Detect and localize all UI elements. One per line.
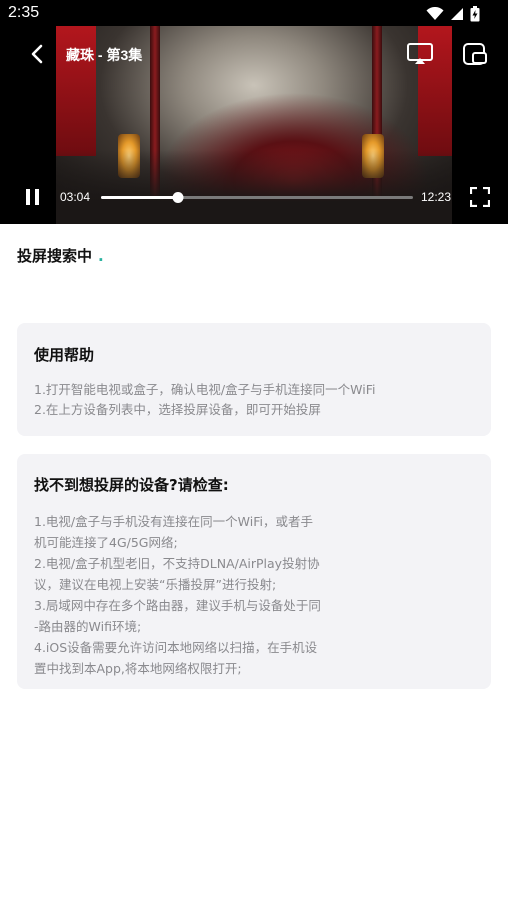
player-controls: 03:04 12:23 xyxy=(0,182,508,214)
help-line: 1.打开智能电视或盒子，确认电视/盒子与手机连接同一个WiFi xyxy=(34,382,376,397)
help-card: 使用帮助 1.打开智能电视或盒子，确认电视/盒子与手机连接同一个WiFi 2.在… xyxy=(17,323,491,436)
video-player[interactable]: 2:35 藏珠 - 第3集 03:04 12:23 xyxy=(0,0,508,224)
cast-icon[interactable] xyxy=(406,42,434,66)
help-card-title: 使用帮助 xyxy=(34,346,95,364)
cast-search-label: 投屏搜索中 xyxy=(17,247,93,265)
wifi-icon xyxy=(426,7,444,20)
status-bar: 2:35 xyxy=(0,0,508,26)
troubleshoot-line: 议，建议在电视上安装“乐播投屏”进行投射; xyxy=(34,577,277,592)
total-time: 12:23 xyxy=(421,190,452,204)
video-title: 藏珠 - 第3集 xyxy=(66,47,143,63)
player-top-bar: 藏珠 - 第3集 xyxy=(0,36,508,76)
progress-slider[interactable] xyxy=(101,192,413,203)
progress-fill xyxy=(101,196,179,199)
troubleshoot-card: 找不到想投屏的设备?请检查: 1.电视/盒子与手机没有连接在同一个WiFi，或者… xyxy=(17,454,491,689)
help-line: 2.在上方设备列表中，选择投屏设备，即可开始投屏 xyxy=(34,402,321,417)
troubleshoot-line: 2.电视/盒子机型老旧，不支持DLNA/AirPlay投射协 xyxy=(34,556,320,571)
troubleshoot-line: 置中找到本App,将本地网络权限打开; xyxy=(34,661,242,676)
battery-icon xyxy=(470,6,480,22)
status-time: 2:35 xyxy=(8,4,40,21)
troubleshoot-line: 机可能连接了4G/5G网络; xyxy=(34,535,178,550)
signal-icon xyxy=(451,8,463,20)
back-icon[interactable] xyxy=(26,42,50,66)
fullscreen-icon[interactable] xyxy=(470,187,490,207)
cast-search-status: 投屏搜索中. xyxy=(17,245,104,266)
troubleshoot-line: 1.电视/盒子与手机没有连接在同一个WiFi，或者手 xyxy=(34,514,313,529)
pip-icon[interactable] xyxy=(462,42,488,66)
progress-thumb[interactable] xyxy=(172,192,184,203)
search-progress-indicator: . xyxy=(98,247,104,265)
troubleshoot-line: -路由器的Wifi环境; xyxy=(34,619,142,634)
pause-icon[interactable] xyxy=(24,188,42,206)
troubleshoot-line: 3.局域网中存在多个路由器，建议手机与设备处于同 xyxy=(34,598,321,613)
troubleshoot-line: 4.iOS设备需要允许访问本地网络以扫描，在手机设 xyxy=(34,640,318,655)
current-time: 03:04 xyxy=(60,190,91,204)
troubleshoot-card-title: 找不到想投屏的设备?请检查: xyxy=(34,476,229,494)
